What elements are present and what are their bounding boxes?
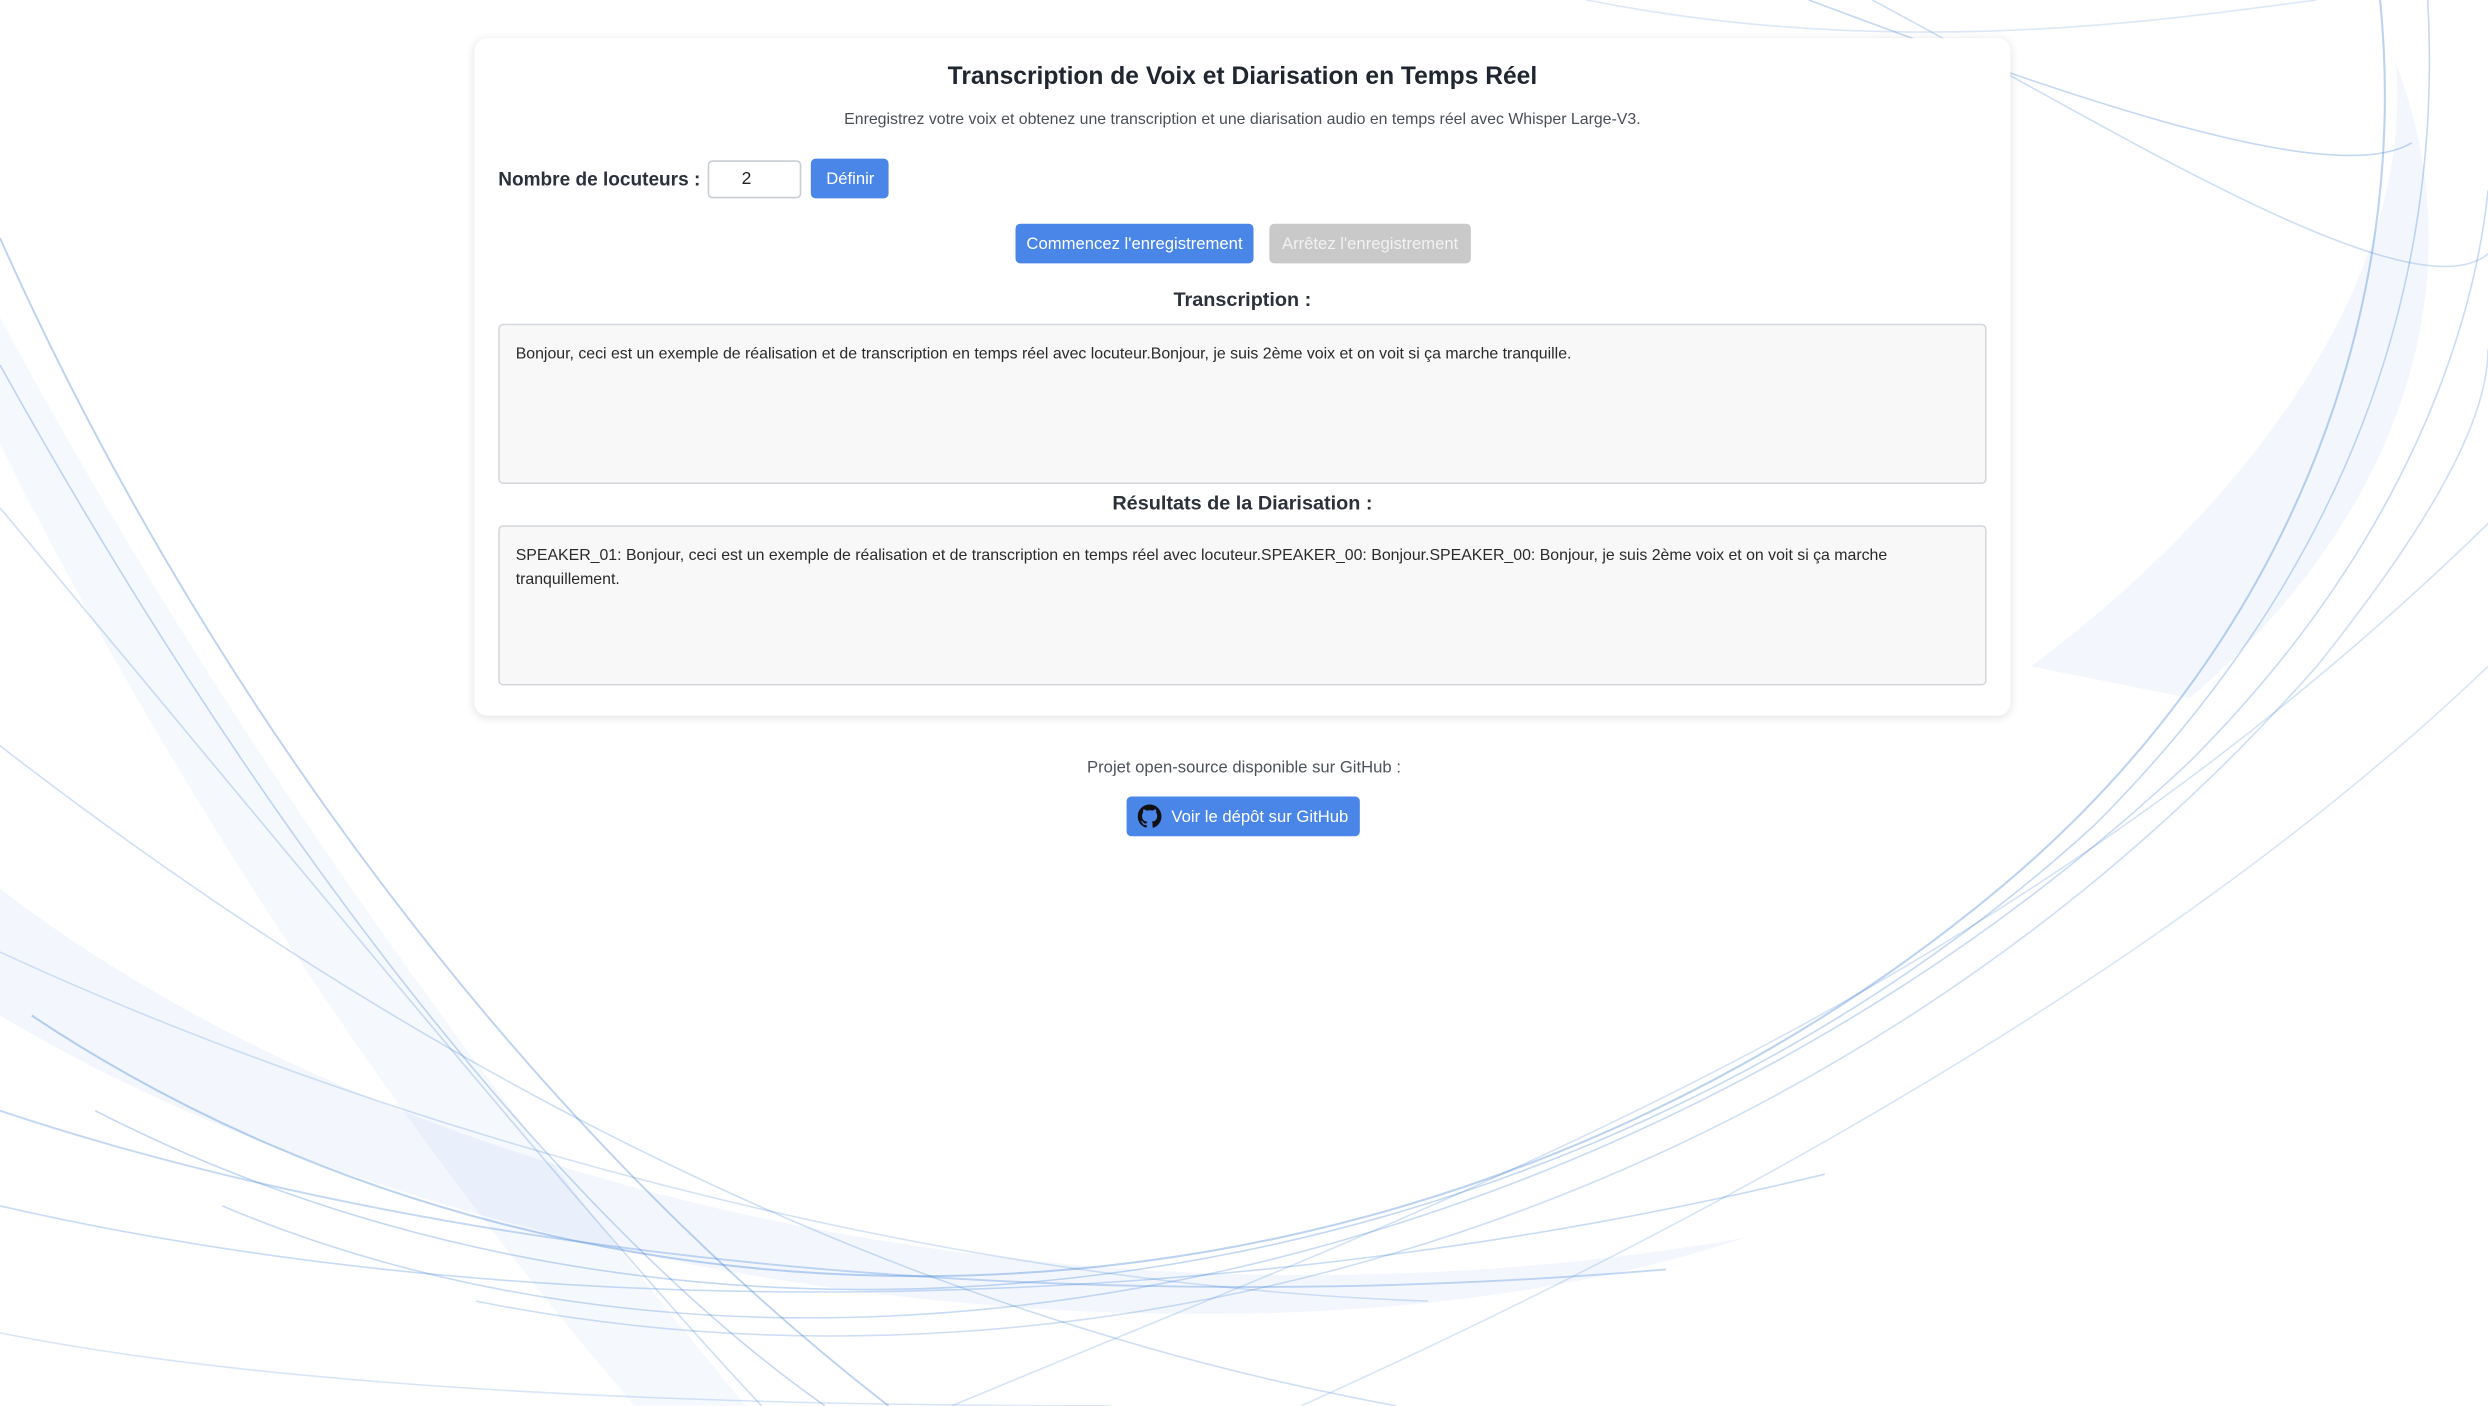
speakers-row: Nombre de locuteurs : Définir bbox=[498, 158, 890, 199]
diarization-output: SPEAKER_01: Bonjour, ceci est un exemple… bbox=[498, 525, 1987, 686]
page: Transcription de Voix et Diarisation en … bbox=[0, 0, 2488, 1406]
transcription-output: Bonjour, ceci est un exemple de réalisat… bbox=[498, 323, 1987, 484]
github-button-label: Voir le dépôt sur GitHub bbox=[1171, 806, 1349, 826]
transcription-heading: Transcription : bbox=[1173, 288, 1312, 311]
speakers-count-input[interactable] bbox=[708, 159, 802, 198]
speakers-label: Nombre de locuteurs : bbox=[498, 167, 701, 190]
define-speakers-button[interactable]: Définir bbox=[811, 158, 890, 199]
page-title: Transcription de Voix et Diarisation en … bbox=[947, 63, 1538, 91]
stop-recording-button[interactable]: Arrêtez l'enregistrement bbox=[1269, 223, 1471, 264]
start-recording-button[interactable]: Commencez l'enregistrement bbox=[1015, 223, 1254, 264]
footer-text: Projet open-source disponible sur GitHub… bbox=[1087, 758, 1401, 778]
page-subtitle: Enregistrez votre voix et obtenez une tr… bbox=[844, 111, 1641, 129]
github-icon bbox=[1138, 804, 1162, 828]
diarization-heading: Résultats de la Diarisation : bbox=[1112, 491, 1373, 515]
main-card: Transcription de Voix et Diarisation en … bbox=[474, 38, 2011, 716]
github-repo-button[interactable]: Voir le dépôt sur GitHub bbox=[1126, 796, 1360, 837]
